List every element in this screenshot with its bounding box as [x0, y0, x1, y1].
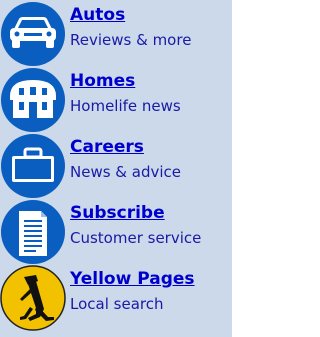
- car-icon[interactable]: [0, 1, 66, 67]
- service-item-homes[interactable]: Homes Homelife news: [0, 66, 232, 132]
- house-icon[interactable]: [0, 67, 66, 133]
- careers-link[interactable]: Careers: [70, 137, 144, 157]
- service-item-yellow-pages[interactable]: Yellow Pages Local search: [0, 264, 232, 331]
- autos-link[interactable]: Autos: [70, 5, 125, 25]
- homes-description: Homelife news: [70, 97, 181, 115]
- document-icon[interactable]: [0, 199, 66, 265]
- service-item-careers[interactable]: Careers News & advice: [0, 132, 232, 198]
- service-item-autos[interactable]: Autos Reviews & more: [0, 0, 232, 66]
- homes-link[interactable]: Homes: [70, 71, 135, 91]
- walking-fingers-icon[interactable]: [0, 265, 66, 331]
- service-item-subscribe[interactable]: Subscribe Customer service: [0, 198, 232, 264]
- subscribe-description: Customer service: [70, 229, 202, 247]
- yellow-pages-link[interactable]: Yellow Pages: [70, 269, 195, 289]
- yellow-pages-description: Local search: [70, 295, 164, 313]
- services-panel: Autos Reviews & more Homes Homelife news: [0, 0, 232, 337]
- careers-description: News & advice: [70, 163, 181, 181]
- autos-description: Reviews & more: [70, 31, 192, 49]
- briefcase-icon[interactable]: [0, 133, 66, 199]
- subscribe-link[interactable]: Subscribe: [70, 203, 165, 223]
